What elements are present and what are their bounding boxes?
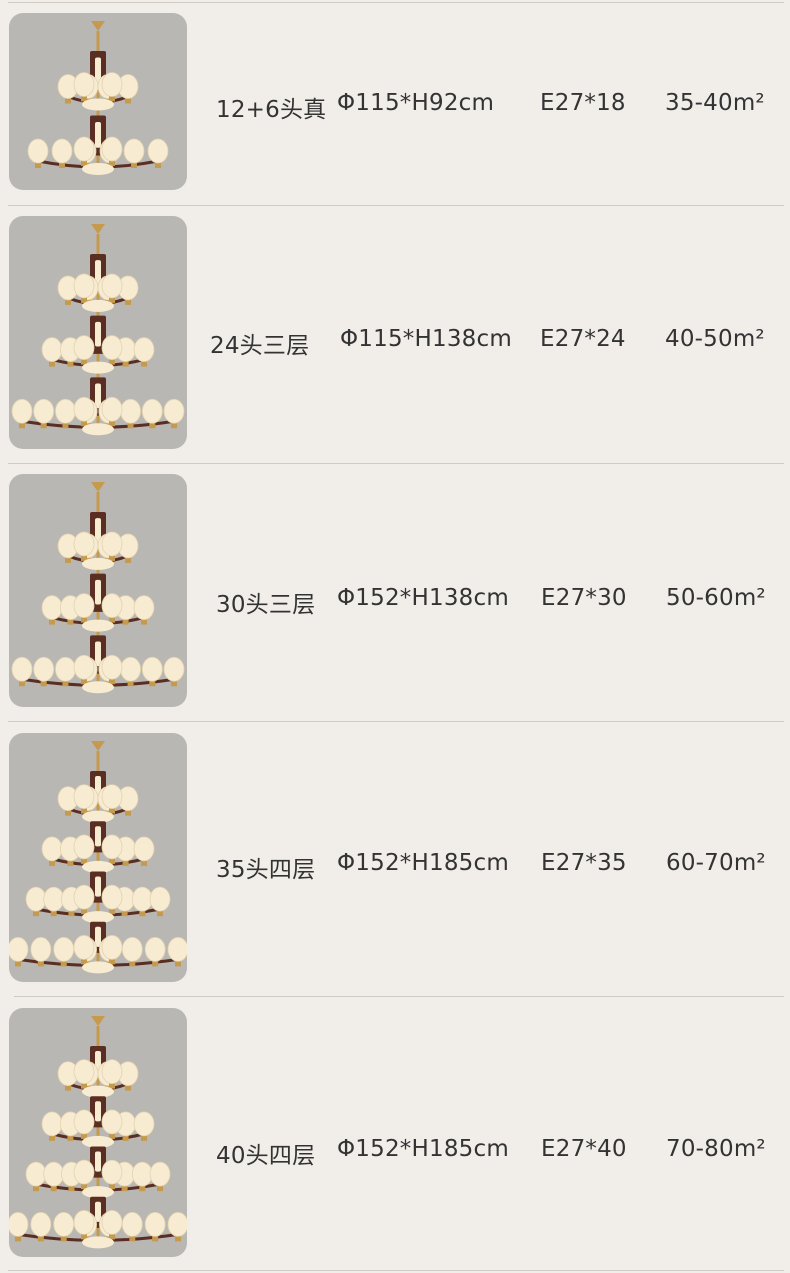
- chandelier-image: [9, 13, 187, 190]
- dimensions: Φ152*H138cm: [337, 585, 509, 611]
- chandelier-image: [9, 733, 187, 982]
- dimensions: Φ152*H185cm: [337, 1136, 509, 1162]
- model-name: 24头三层: [210, 333, 310, 359]
- room-area: 60-70m²: [666, 850, 766, 876]
- bulb-spec: E27*24: [540, 326, 626, 352]
- bulb-spec: E27*35: [541, 850, 627, 876]
- product-row: 30头三层 Φ152*H138cm E27*30 50-60m²: [0, 464, 790, 721]
- product-row: 40头四层 Φ152*H185cm E27*40 70-80m²: [0, 997, 790, 1273]
- bulb-spec: E27*40: [541, 1136, 627, 1162]
- product-row: 24头三层 Φ115*H138cm E27*24 40-50m²: [0, 206, 790, 463]
- model-name: 30头三层: [216, 592, 316, 618]
- bulb-spec: E27*30: [541, 585, 627, 611]
- model-name: 40头四层: [216, 1143, 316, 1169]
- room-area: 40-50m²: [665, 326, 765, 352]
- chandelier-image: [9, 1008, 187, 1257]
- dimensions: Φ152*H185cm: [337, 850, 509, 876]
- chandelier-image: [9, 216, 187, 449]
- room-area: 35-40m²: [665, 90, 765, 116]
- bulb-spec: E27*18: [540, 90, 626, 116]
- chandelier-image: [9, 474, 187, 707]
- product-row: 12+6头真 Φ115*H92cm E27*18 35-40m²: [0, 0, 790, 205]
- divider-bottom: [8, 1270, 784, 1271]
- model-name: 12+6头真: [216, 97, 327, 123]
- model-name: 35头四层: [216, 857, 316, 883]
- room-area: 50-60m²: [666, 585, 766, 611]
- room-area: 70-80m²: [666, 1136, 766, 1162]
- product-row: 35头四层 Φ152*H185cm E27*35 60-70m²: [0, 722, 790, 996]
- dimensions: Φ115*H92cm: [337, 90, 495, 116]
- dimensions: Φ115*H138cm: [340, 326, 512, 352]
